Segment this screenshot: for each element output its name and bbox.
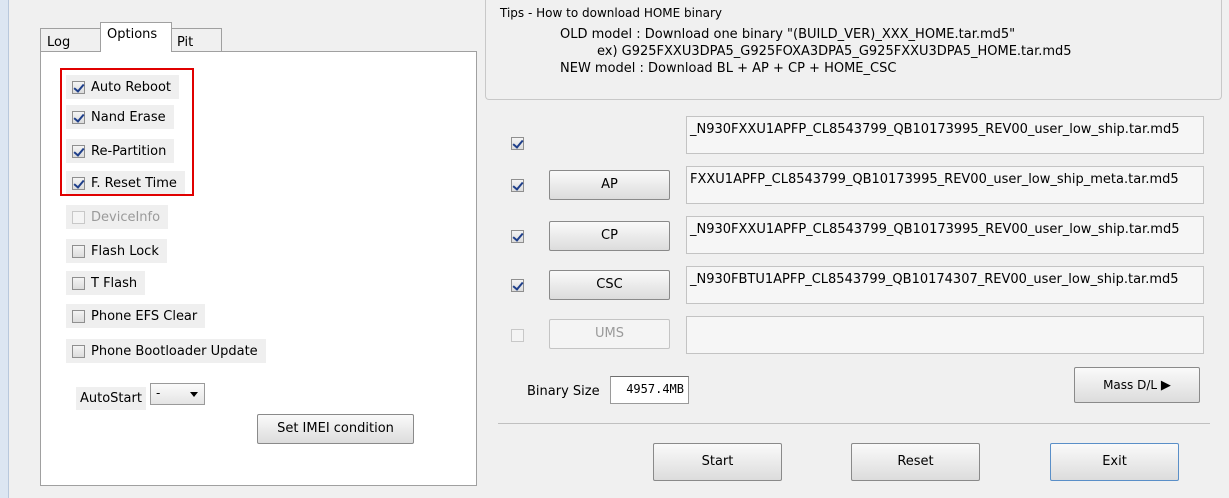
tab-log[interactable]: Log	[40, 28, 102, 52]
tab-pit-label: Pit	[177, 35, 194, 50]
autostart-label: AutoStart	[76, 387, 146, 410]
device-info-checkbox	[72, 210, 85, 224]
tips-line-old-model: OLD model : Download one binary "(BUILD_…	[560, 27, 1016, 42]
phone-bootloader-update-checkbox[interactable]	[72, 344, 85, 358]
tab-options-label: Options	[107, 27, 158, 42]
tips-line-example: ex) G925FXXU3DPA5_G925FOXA3DPA5_G925FXXU…	[597, 44, 1072, 59]
ums-file-path	[686, 316, 1204, 354]
phone-efs-clear-checkbox[interactable]	[72, 309, 85, 323]
reset-button[interactable]: Reset	[851, 443, 980, 481]
start-button[interactable]: Start	[653, 443, 782, 481]
divider	[498, 423, 1210, 424]
tab-pit[interactable]: Pit	[170, 28, 222, 52]
autostart-value: -	[156, 386, 161, 400]
ums-button: UMS	[549, 319, 670, 349]
ap-checkbox[interactable]	[511, 179, 524, 192]
device-info-label: DeviceInfo	[91, 209, 161, 225]
phone-efs-clear-label: Phone EFS Clear	[91, 308, 198, 324]
flash-lock-label: Flash Lock	[91, 243, 159, 259]
ap-file-path[interactable]: FXXU1APFP_CL8543799_QB10173995_REV00_use…	[686, 166, 1204, 204]
exit-button[interactable]: Exit	[1050, 443, 1179, 481]
play-arrow-icon: ▶	[1160, 378, 1171, 393]
window-left-edge	[0, 0, 9, 498]
tips-title: Tips - How to download HOME binary	[500, 6, 722, 20]
csc-button[interactable]: CSC	[549, 270, 670, 300]
binary-size-label: Binary Size	[527, 384, 600, 399]
t-flash-checkbox[interactable]	[72, 276, 85, 290]
cp-checkbox[interactable]	[511, 230, 524, 243]
ums-checkbox	[511, 329, 524, 342]
ap-button[interactable]: AP	[549, 170, 670, 200]
phone-bootloader-update-label: Phone Bootloader Update	[91, 343, 258, 359]
highlight-box	[60, 68, 194, 196]
tips-line-new-model: NEW model : Download BL + AP + CP + HOME…	[560, 61, 897, 76]
bl-checkbox[interactable]	[511, 137, 524, 150]
bl-file-path[interactable]: _N930FXXU1APFP_CL8543799_QB10173995_REV0…	[686, 116, 1204, 154]
csc-file-path[interactable]: _N930FBTU1APFP_CL8543799_QB10174307_REV0…	[686, 266, 1204, 304]
phone-bootloader-update-option[interactable]: Phone Bootloader Update	[66, 339, 266, 363]
phone-efs-clear-option[interactable]: Phone EFS Clear	[66, 304, 206, 328]
flash-lock-option[interactable]: Flash Lock	[66, 239, 167, 263]
mass-dl-label: Mass D/L	[1103, 378, 1158, 392]
t-flash-option[interactable]: T Flash	[66, 271, 146, 295]
tab-log-label: Log	[47, 35, 71, 50]
chevron-down-icon	[190, 392, 198, 397]
mass-dl-button[interactable]: Mass D/L ▶	[1074, 367, 1200, 403]
autostart-select[interactable]: -	[150, 383, 205, 405]
tab-options[interactable]: Options	[100, 22, 172, 52]
device-info-option: DeviceInfo	[66, 205, 169, 229]
cp-button[interactable]: CP	[549, 221, 670, 251]
set-imei-condition-button[interactable]: Set IMEI condition	[257, 414, 414, 444]
cp-file-path[interactable]: _N930FXXU1APFP_CL8543799_QB10173995_REV0…	[686, 216, 1204, 254]
csc-checkbox[interactable]	[511, 279, 524, 292]
flash-lock-checkbox[interactable]	[72, 244, 85, 258]
binary-size-value: 4957.4MB	[610, 376, 689, 404]
t-flash-label: T Flash	[91, 275, 138, 291]
